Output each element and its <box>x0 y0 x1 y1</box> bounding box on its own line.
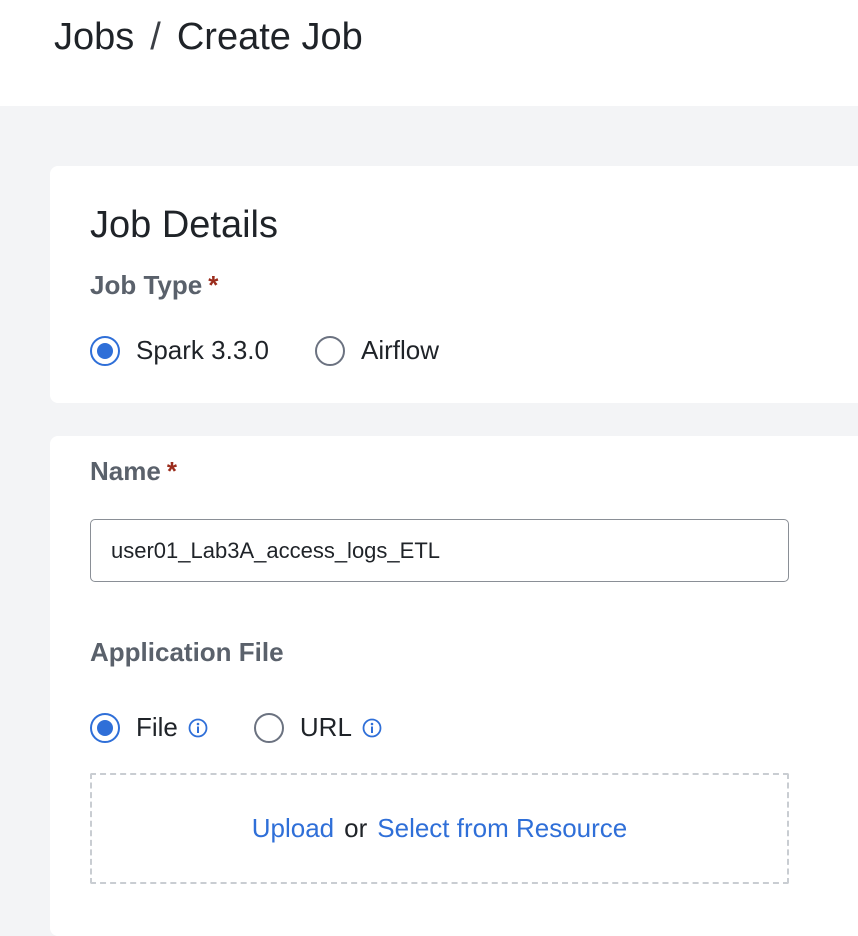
breadcrumb-separator: / <box>150 16 161 58</box>
breadcrumb-jobs-link[interactable]: Jobs <box>54 16 134 59</box>
job-type-label: Job Type * <box>90 270 218 301</box>
info-icon[interactable] <box>188 718 208 738</box>
breadcrumb-current: Create Job <box>176 16 363 58</box>
job-type-radio-group: Spark 3.3.0 Airflow <box>90 335 485 366</box>
radio-circle[interactable] <box>253 712 284 743</box>
job-type-airflow-radio[interactable]: Airflow <box>314 335 439 366</box>
radio-circle[interactable] <box>90 335 120 366</box>
radio-circle[interactable] <box>90 712 120 743</box>
application-file-radio-group: File URL <box>90 712 428 743</box>
job-type-label-text: Job Type <box>90 270 203 300</box>
required-marker: * <box>208 270 219 300</box>
header-bar: Jobs / Create Job <box>0 0 858 106</box>
name-label: Name * <box>90 456 177 487</box>
required-marker: * <box>166 456 177 486</box>
job-type-spark-label: Spark 3.3.0 <box>136 335 269 365</box>
job-type-spark-radio[interactable]: Spark 3.3.0 <box>90 335 269 366</box>
radio-circle[interactable] <box>314 335 345 366</box>
job-config-card: Name* Application File File URL Upload o… <box>50 436 858 936</box>
select-from-resource-link[interactable]: Select from Resource <box>377 813 627 844</box>
application-file-label: Application File <box>90 637 284 667</box>
job-details-card: Job Details Job Type * Spark 3.3.0 Airflo… <box>50 166 858 403</box>
application-file-file-radio[interactable]: File <box>90 712 208 743</box>
info-icon[interactable] <box>362 718 382 738</box>
job-type-airflow-label: Airflow <box>360 335 439 365</box>
or-text: or <box>344 813 368 843</box>
breadcrumb: Jobs / Create Job <box>54 16 363 59</box>
application-file-url-radio[interactable]: URL <box>253 712 382 743</box>
upload-link[interactable]: Upload <box>252 813 334 844</box>
name-label-text: Name <box>90 456 161 486</box>
file-option-label: File <box>136 712 178 742</box>
name-input[interactable] <box>90 519 789 582</box>
file-dropzone[interactable]: Upload or Select from Resource <box>90 773 789 884</box>
url-option-label: URL <box>299 712 352 742</box>
section-title: Job Details <box>90 204 278 246</box>
